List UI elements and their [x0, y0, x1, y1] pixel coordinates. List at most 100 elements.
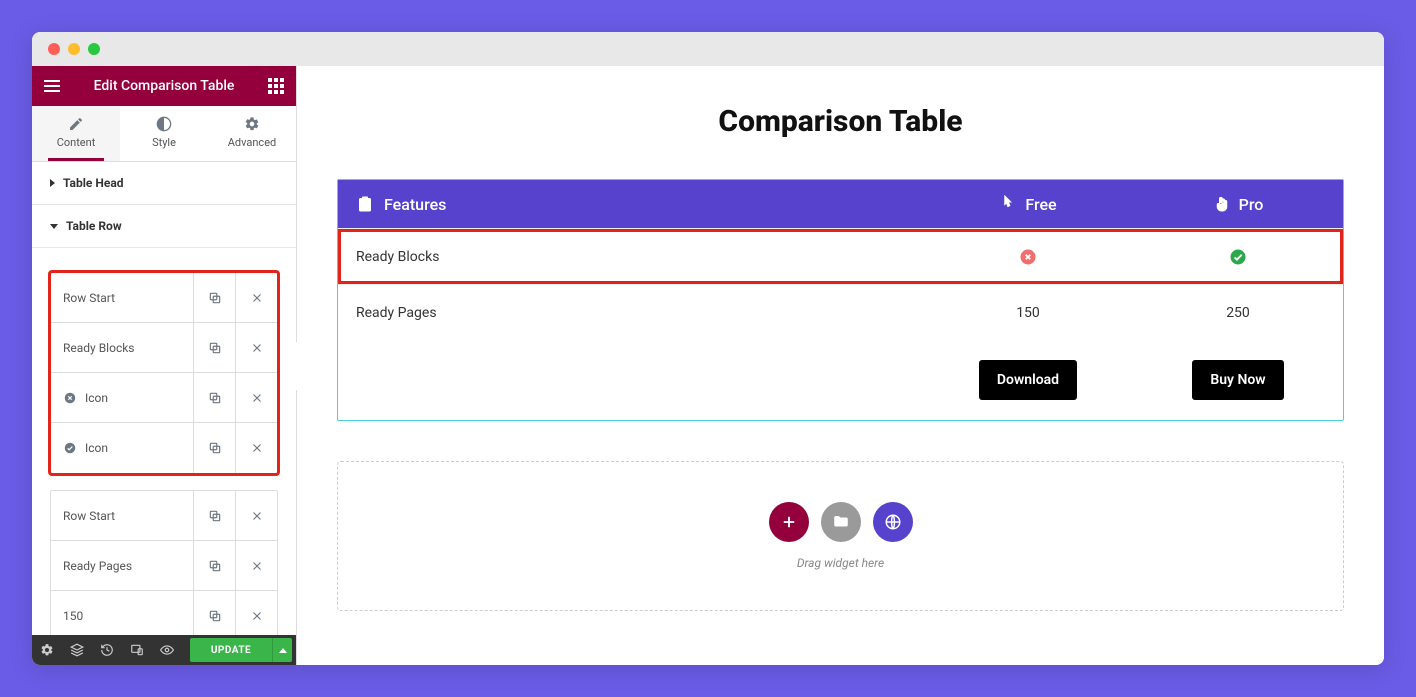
- tab-advanced-label: Advanced: [228, 136, 276, 149]
- row-item-label: Icon: [85, 391, 108, 405]
- widget-drop-zone[interactable]: Drag widget here: [337, 461, 1344, 611]
- tab-content[interactable]: Content: [32, 106, 120, 161]
- close-icon: [250, 509, 264, 523]
- copy-icon: [208, 509, 222, 523]
- table-header: Features Free Pro: [338, 180, 1343, 228]
- row-item[interactable]: Row Start: [51, 491, 277, 541]
- responsive-button[interactable]: [122, 635, 152, 665]
- row-item[interactable]: 150: [51, 591, 277, 635]
- remove-button[interactable]: [235, 491, 277, 540]
- duplicate-button[interactable]: [193, 273, 235, 322]
- row-item-label: Ready Pages: [63, 559, 132, 573]
- tab-style[interactable]: Style: [120, 106, 208, 161]
- row-item[interactable]: Row Start: [51, 273, 277, 323]
- copy-icon: [208, 609, 222, 623]
- duplicate-button[interactable]: [193, 423, 235, 473]
- download-button[interactable]: Download: [979, 360, 1077, 400]
- editor-tabs: Content Style Advanced: [32, 106, 296, 162]
- tab-advanced[interactable]: Advanced: [208, 106, 296, 161]
- remove-button[interactable]: [235, 273, 277, 322]
- duplicate-button[interactable]: [193, 541, 235, 590]
- globe-icon: [884, 513, 902, 531]
- table-footer: Download Buy Now: [338, 340, 1343, 420]
- copy-icon: [208, 391, 222, 405]
- sidebar-bottom-bar: UPDATE: [32, 635, 296, 665]
- remove-button[interactable]: [235, 423, 277, 473]
- devices-icon: [130, 643, 144, 657]
- row-item-label: Ready Blocks: [63, 341, 135, 355]
- row-item[interactable]: Ready Pages: [51, 541, 277, 591]
- tab-content-label: Content: [57, 136, 96, 149]
- preview-button[interactable]: [152, 635, 182, 665]
- dropzone-actions: [769, 502, 913, 542]
- duplicate-button[interactable]: [193, 491, 235, 540]
- pointer-icon: [999, 195, 1017, 213]
- row-items-container: Row Start Ready Blocks Icon: [32, 248, 296, 635]
- tab-style-label: Style: [152, 136, 176, 149]
- row-feature-label: Ready Pages: [338, 305, 923, 321]
- buy-now-button[interactable]: Buy Now: [1192, 360, 1283, 400]
- update-options-button[interactable]: [272, 638, 292, 662]
- update-button[interactable]: UPDATE: [190, 638, 272, 662]
- times-circle-icon: [1019, 248, 1037, 266]
- navigator-button[interactable]: [62, 635, 92, 665]
- row-item[interactable]: Icon: [51, 373, 277, 423]
- gear-icon: [244, 116, 260, 132]
- check-circle-icon: [63, 441, 77, 455]
- duplicate-button[interactable]: [193, 373, 235, 422]
- row-feature-label: Ready Blocks: [338, 249, 923, 265]
- gear-icon: [40, 643, 54, 657]
- pencil-icon: [68, 116, 84, 132]
- remove-button[interactable]: [235, 591, 277, 635]
- table-row: Ready Blocks: [338, 228, 1343, 284]
- sidebar-title: Edit Comparison Table: [94, 78, 235, 94]
- remove-button[interactable]: [235, 323, 277, 372]
- section-table-row[interactable]: Table Row: [32, 205, 296, 248]
- chevron-up-icon: [279, 648, 287, 653]
- hand-icon: [1213, 195, 1231, 213]
- sidebar-header: Edit Comparison Table: [32, 66, 296, 106]
- copy-icon: [208, 559, 222, 573]
- window-close-icon[interactable]: [48, 43, 60, 55]
- editor-sidebar: Edit Comparison Table Content Style Adva…: [32, 66, 297, 665]
- template-button[interactable]: [821, 502, 861, 542]
- copy-icon: [208, 291, 222, 305]
- close-icon: [250, 441, 264, 455]
- section-table-head-label: Table Head: [63, 176, 124, 190]
- settings-button[interactable]: [32, 635, 62, 665]
- copy-icon: [208, 341, 222, 355]
- section-table-row-label: Table Row: [66, 219, 122, 233]
- chevron-right-icon: [50, 179, 55, 187]
- editor-canvas: Comparison Table Features Free Pro: [297, 66, 1384, 665]
- section-table-head[interactable]: Table Head: [32, 162, 296, 205]
- window-titlebar: [32, 32, 1384, 66]
- comparison-table-widget[interactable]: Features Free Pro Ready Blocks: [337, 179, 1344, 421]
- copy-icon: [208, 441, 222, 455]
- row-item[interactable]: Ready Blocks: [51, 323, 277, 373]
- global-button[interactable]: [873, 502, 913, 542]
- layers-icon: [70, 643, 84, 657]
- window-maximize-icon[interactable]: [88, 43, 100, 55]
- window-minimize-icon[interactable]: [68, 43, 80, 55]
- row-item[interactable]: Icon: [51, 423, 277, 473]
- row-group: Row Start Ready Pages 150: [50, 490, 278, 635]
- header-free-label: Free: [1025, 195, 1056, 214]
- clipboard-icon: [356, 195, 374, 213]
- remove-button[interactable]: [235, 541, 277, 590]
- table-row: Ready Pages 150 250: [338, 284, 1343, 340]
- page-title: Comparison Table: [337, 104, 1344, 139]
- row-value-free: 150: [923, 305, 1133, 321]
- duplicate-button[interactable]: [193, 323, 235, 372]
- remove-button[interactable]: [235, 373, 277, 422]
- widgets-grid-icon[interactable]: [268, 78, 284, 94]
- history-button[interactable]: [92, 635, 122, 665]
- contrast-icon: [156, 116, 172, 132]
- check-circle-icon: [1229, 248, 1247, 266]
- add-section-button[interactable]: [769, 502, 809, 542]
- update-container: UPDATE: [186, 635, 296, 665]
- eye-icon: [160, 643, 174, 657]
- chevron-down-icon: [50, 224, 58, 229]
- hamburger-icon[interactable]: [44, 80, 60, 92]
- duplicate-button[interactable]: [193, 591, 235, 635]
- row-item-label: Row Start: [63, 509, 115, 523]
